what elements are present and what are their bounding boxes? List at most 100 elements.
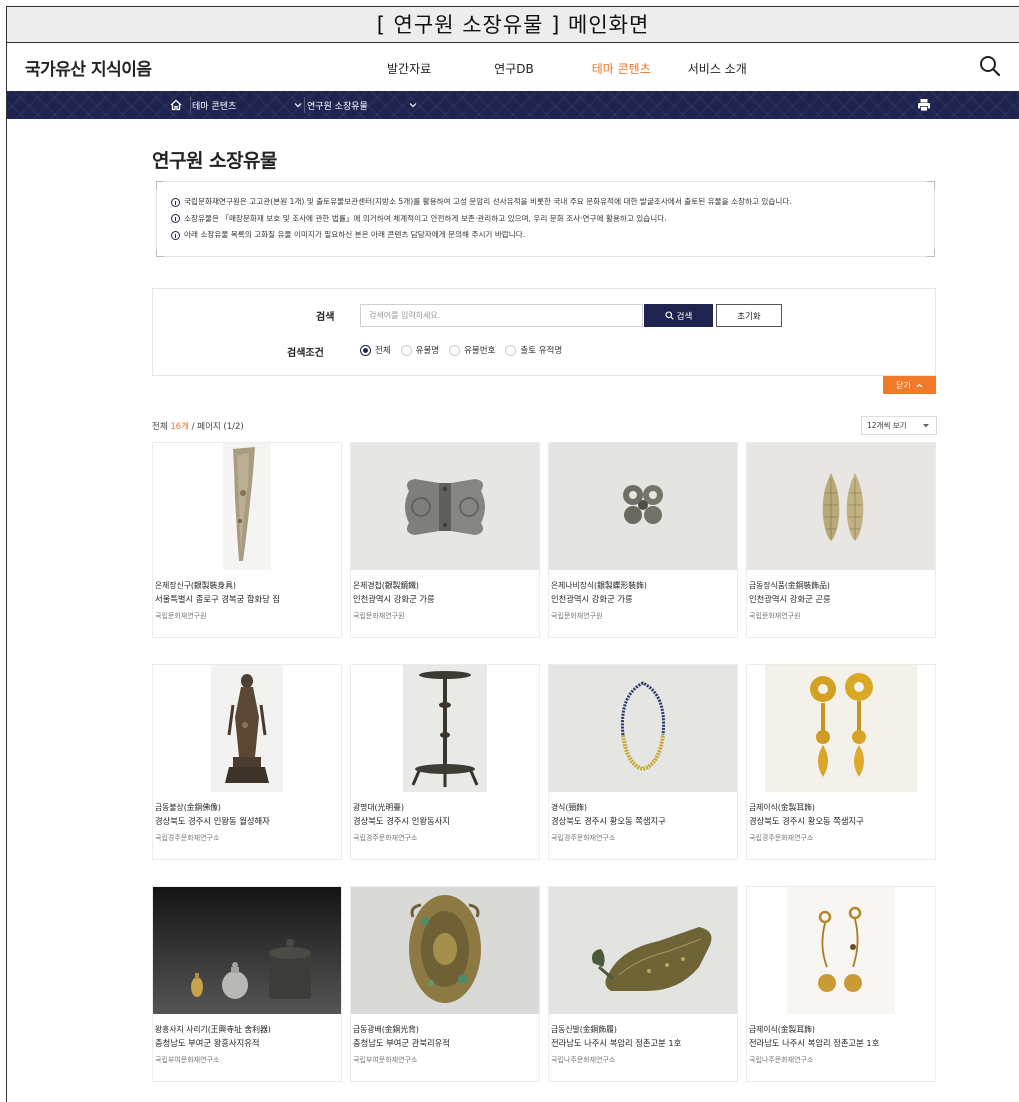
condition-radio-site[interactable]: 출토 유적명 xyxy=(505,344,562,356)
artifact-image xyxy=(549,887,737,1014)
close-search-button[interactable]: 닫기 xyxy=(883,376,936,394)
artifact-title: 광명대(光明臺) xyxy=(353,803,404,812)
per-page-value: 12개씩 보기 xyxy=(867,421,907,430)
notice-line: 소장유물은 「매장문화재 보호 및 조사에 관한 법률」에 의거하여 체계적이고… xyxy=(171,211,934,228)
info-icon xyxy=(171,230,180,240)
notice-corner xyxy=(927,181,935,189)
notice-text: 아래 소장유물 목록의 고화질 유물 이미지가 필요하신 분은 아래 콘텐츠 담… xyxy=(184,230,526,239)
artifact-card[interactable]: 금동신발(金銅飾履) 전라남도 나주시 복암리 정촌고분 1호 국립나주문화재연… xyxy=(548,886,738,1082)
notice-corner xyxy=(156,181,164,189)
artifact-title: 왕흥사지 사리기(王興寺址 舍利器) xyxy=(155,1025,271,1034)
result-count-prefix: 전체 xyxy=(152,422,171,432)
info-icon xyxy=(171,197,180,207)
search-icon[interactable] xyxy=(977,53,1003,79)
radio-label: 출토 유적명 xyxy=(520,346,563,356)
artifact-site: 경상북도 경주시 황오동 쪽샘지구 xyxy=(749,816,864,826)
per-page-select[interactable]: 12개씩 보기 xyxy=(861,416,937,435)
artifact-card[interactable]: 은제나비장식(銀製蝶形裝飾) 인천광역시 강화군 가릉 국립문화재연구원 xyxy=(548,442,738,638)
artifact-image xyxy=(153,443,341,570)
artifact-site: 전라남도 나주시 복암리 정촌고분 1호 xyxy=(551,1038,682,1048)
result-count-number: 16개 xyxy=(170,422,189,432)
notice-text: 소장유물은 「매장문화재 보호 및 조사에 관한 법률」에 의거하여 체계적이고… xyxy=(184,213,667,223)
search-label: 검색 xyxy=(316,312,335,323)
artifact-title: 금동장식품(金銅裝飾品) xyxy=(749,581,830,590)
radio-label: 유물번호 xyxy=(464,346,496,356)
search-panel: 검색 검색어를 입력하세요. 검색 초기화 검색조건 전체 유물명 유물번호 출… xyxy=(152,288,936,376)
artifact-card[interactable]: 경식(頸飾) 경상북도 경주시 황오동 쪽샘지구 국립경주문화재연구소 xyxy=(548,664,738,860)
artifact-institution: 국립문화재연구원 xyxy=(551,612,603,620)
radio-label: 전체 xyxy=(375,346,391,356)
search-button-label: 검색 xyxy=(676,311,693,322)
page-title: 연구원 소장유물 xyxy=(152,150,277,172)
artifact-card[interactable]: 광명대(光明臺) 경상북도 경주시 인왕동사지 국립경주문화재연구소 xyxy=(350,664,540,860)
radio-dot xyxy=(449,344,461,356)
artifact-site: 경상북도 경주시 인왕동 월성해자 xyxy=(155,816,270,826)
radio-label: 유물명 xyxy=(415,346,440,356)
artifact-site: 서울특별시 종로구 경복궁 함화당 집 xyxy=(155,594,281,604)
condition-radio-number[interactable]: 유물번호 xyxy=(449,344,495,356)
artifact-institution: 국립부여문화재연구소 xyxy=(353,1056,418,1064)
artifact-institution: 국립나주문화재연구소 xyxy=(551,1056,616,1064)
search-button[interactable]: 검색 xyxy=(644,304,713,327)
chevron-down-icon xyxy=(294,103,302,108)
search-input[interactable]: 검색어를 입력하세요. xyxy=(360,304,643,327)
artifact-card[interactable]: 금동불상(金銅佛像) 경상북도 경주시 인왕동 월성해자 국립경주문화재연구소 xyxy=(152,664,342,860)
artifact-institution: 국립경주문화재연구소 xyxy=(155,834,220,842)
notice-corner xyxy=(927,249,935,257)
print-icon[interactable] xyxy=(916,97,932,113)
search-condition-group: 전체 유물명 유물번호 출토 유적명 xyxy=(360,344,572,356)
artifact-image xyxy=(351,665,539,792)
artifact-site: 전라남도 나주시 복암리 정촌고분 1호 xyxy=(749,1038,880,1048)
site-logo[interactable]: 국가유산 지식이음 xyxy=(25,55,152,80)
result-count-suffix: / 페이지 (1/2) xyxy=(188,422,244,432)
search-icon xyxy=(665,311,674,320)
artifact-image xyxy=(747,887,935,1014)
artifact-image xyxy=(153,665,341,792)
artifact-card[interactable]: 왕흥사지 사리기(王興寺址 舍利器) 충청남도 부여군 왕흥사지유적 국립부여문… xyxy=(152,886,342,1082)
gnb-item-research-db[interactable]: 연구DB xyxy=(494,60,534,77)
notice-text: 국립문화재연구원은 고고관(본원 1개) 및 출토유물보관센터(지방소 5개)를… xyxy=(184,197,792,206)
location-divider xyxy=(190,97,191,113)
location-dropdown-collection[interactable]: 연구원 소장유물 xyxy=(307,91,417,119)
chevron-up-icon xyxy=(916,383,923,387)
artifact-image xyxy=(549,443,737,570)
artifact-institution: 국립문화재연구원 xyxy=(353,612,405,620)
notice-line: 국립문화재연구원은 고고관(본원 1개) 및 출토유물보관센터(지방소 5개)를… xyxy=(171,194,934,211)
artifact-site: 경상북도 경주시 인왕동사지 xyxy=(353,816,450,826)
location-dropdown-theme[interactable]: 테마 콘텐츠 xyxy=(192,91,302,119)
home-icon[interactable] xyxy=(162,91,190,119)
artifact-title: 금제이식(金製耳飾) xyxy=(749,803,815,812)
radio-dot xyxy=(400,344,412,356)
condition-radio-all[interactable]: 전체 xyxy=(360,344,391,356)
search-condition-label: 검색조건 xyxy=(287,348,324,359)
artifact-institution: 국립경주문화재연구소 xyxy=(749,834,814,842)
artifact-title: 금동광배(金銅光背) xyxy=(353,1025,419,1034)
artifact-institution: 국립문화재연구원 xyxy=(749,612,801,620)
notice-box: 국립문화재연구원은 고고관(본원 1개) 및 출토유물보관센터(지방소 5개)를… xyxy=(156,181,935,257)
condition-radio-name[interactable]: 유물명 xyxy=(400,344,440,356)
artifact-card[interactable]: 은제장신구(銀製裝身具) 서울특별시 종로구 경복궁 함화당 집 국립문화재연구… xyxy=(152,442,342,638)
location-divider xyxy=(304,97,305,113)
artifact-institution: 국립문화재연구원 xyxy=(155,612,207,620)
artifact-site: 충청남도 부여군 관북리유적 xyxy=(353,1038,450,1048)
notice-line: 아래 소장유물 목록의 고화질 유물 이미지가 필요하신 분은 아래 콘텐츠 담… xyxy=(171,227,934,244)
artifact-card[interactable]: 금제이식(金製耳飾) 경상북도 경주시 황오동 쪽샘지구 국립경주문화재연구소 xyxy=(746,664,936,860)
artifact-card[interactable]: 은제경첩(銀製鏡鐵) 인천광역시 강화군 가릉 국립문화재연구원 xyxy=(350,442,540,638)
artifact-institution: 국립경주문화재연구소 xyxy=(551,834,616,842)
artifact-card[interactable]: 금동장식품(金銅裝飾品) 인천광역시 강화군 곤릉 국립문화재연구원 xyxy=(746,442,936,638)
radio-dot xyxy=(360,344,371,356)
result-count: 전체 16개 / 페이지 (1/2) xyxy=(152,420,244,432)
gnb-item-publications[interactable]: 발간자료 xyxy=(387,60,431,77)
gnb-item-service-intro[interactable]: 서비스 소개 xyxy=(688,60,747,77)
gnb-item-theme-contents[interactable]: 테마 콘텐츠 xyxy=(592,60,651,77)
artifact-site: 경상북도 경주시 황오동 쪽샘지구 xyxy=(551,816,666,826)
close-button-label: 닫기 xyxy=(896,380,911,390)
location-bar: 테마 콘텐츠 연구원 소장유물 xyxy=(7,91,1019,119)
artifact-title: 금동불상(金銅佛像) xyxy=(155,803,221,812)
artifact-title: 경식(頸飾) xyxy=(551,803,588,812)
artifact-institution: 국립부여문화재연구소 xyxy=(155,1056,220,1064)
artifact-card[interactable]: 금동광배(金銅光背) 충청남도 부여군 관북리유적 국립부여문화재연구소 xyxy=(350,886,540,1082)
artifact-card[interactable]: 금제이식(金製耳飾) 전라남도 나주시 복암리 정촌고분 1호 국립나주문화재연… xyxy=(746,886,936,1082)
reset-button[interactable]: 초기화 xyxy=(716,304,782,327)
artifact-image xyxy=(747,665,935,792)
